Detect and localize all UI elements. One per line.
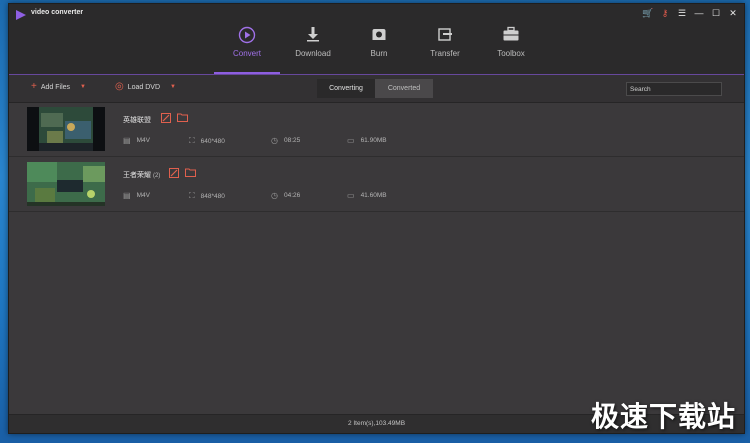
file-name-group: 王者荣耀 (2) <box>123 170 160 180</box>
download-icon <box>307 27 319 42</box>
convert-icon <box>238 26 256 44</box>
toolbar: + Add Files ▼ ◎ Load DVD ▼ Converting Co… <box>9 75 744 103</box>
edit-icon[interactable] <box>161 113 171 123</box>
clock-icon: ◷ <box>271 136 278 145</box>
folder-outline-icon: ▭ <box>347 136 355 145</box>
nav-transfer[interactable]: Transfer <box>412 4 478 74</box>
file-actions <box>169 168 196 178</box>
minimize-button[interactable]: — <box>694 8 704 18</box>
film-icon: ▤ <box>123 136 131 145</box>
duration-info: ◷ 04:26 <box>271 191 300 200</box>
duration-value: 04:26 <box>283 192 301 199</box>
format-info: ▤ M4V <box>123 136 150 145</box>
burn-icon <box>372 29 386 40</box>
video-thumbnail[interactable] <box>27 107 105 151</box>
close-button[interactable]: ✕ <box>728 8 738 18</box>
resolution-info: ⛶ 848*480 <box>189 191 225 201</box>
video-thumbnail[interactable] <box>27 162 105 206</box>
transfer-icon <box>438 28 452 41</box>
resize-icon: ⛶ <box>189 136 195 145</box>
nav-label: Burn <box>370 49 388 58</box>
folder-outline-icon: ▭ <box>347 191 355 200</box>
load-dvd-button[interactable]: ◎ Load DVD ▼ <box>115 82 176 92</box>
format-info: ▤ M4V <box>123 191 150 200</box>
file-name: 王者荣耀 <box>123 172 151 179</box>
app-title: video converter <box>31 9 84 16</box>
search-input[interactable]: Search <box>626 82 722 96</box>
folder-icon[interactable] <box>185 168 196 177</box>
load-dvd-label: Load DVD <box>127 83 161 91</box>
nav-download[interactable]: Download <box>280 4 346 74</box>
tab-converting[interactable]: Converting <box>317 79 375 98</box>
duration-value: 08:25 <box>283 137 301 144</box>
size-info: ▭ 41.60MB <box>347 191 387 200</box>
resolution-info: ⛶ 640*480 <box>189 136 225 146</box>
watermark: 极速下载站 <box>590 400 736 433</box>
resolution-value: 848*480 <box>200 192 225 200</box>
title-bar: video converter 🛒 ⚷ ☰ — ☐ ✕ Convert Down… <box>9 4 744 74</box>
film-icon: ▤ <box>123 191 131 200</box>
file-actions <box>161 113 188 123</box>
add-files-button[interactable]: + Add Files ▼ <box>31 82 86 92</box>
list-item[interactable]: 王者荣耀 (2) ▤ M4V ⛶ 848*480 ◷ 04:26 ▭ 41.60… <box>9 157 744 212</box>
main-nav: Convert Download Burn Transfer Toolbox <box>214 4 544 74</box>
nav-label: Download <box>295 49 331 58</box>
toolbox-icon <box>503 26 519 41</box>
plus-icon: + <box>31 81 37 92</box>
chevron-down-icon[interactable]: ▼ <box>170 84 176 90</box>
format-value: M4V <box>136 137 150 144</box>
dvd-icon: ◎ <box>115 81 124 92</box>
cart-icon[interactable]: 🛒 <box>642 8 653 18</box>
resize-icon: ⛶ <box>189 191 195 200</box>
size-value: 61.90MB <box>360 137 387 144</box>
menu-icon[interactable]: ☰ <box>677 8 687 18</box>
nav-convert[interactable]: Convert <box>214 4 280 74</box>
window-controls: 🛒 ⚷ ☰ — ☐ ✕ <box>642 8 738 18</box>
tab-converted[interactable]: Converted <box>375 79 433 98</box>
add-files-label: Add Files <box>40 83 71 91</box>
chevron-down-icon[interactable]: ▼ <box>80 84 86 90</box>
folder-icon[interactable] <box>177 113 188 122</box>
duration-info: ◷ 08:25 <box>271 136 300 145</box>
size-info: ▭ 61.90MB <box>347 136 387 145</box>
nav-label: Transfer <box>430 49 460 58</box>
resolution-value: 640*480 <box>200 137 225 145</box>
nav-label: Toolbox <box>497 49 525 58</box>
file-list: 英雄联盟 ▤ M4V ⛶ 640*480 ◷ 08:25 ▭ 61.90MB 王… <box>9 102 744 212</box>
maximize-button[interactable]: ☐ <box>711 8 721 18</box>
key-icon[interactable]: ⚷ <box>660 8 670 18</box>
edit-icon[interactable] <box>169 168 179 178</box>
app-logo-icon <box>16 10 26 20</box>
list-item[interactable]: 英雄联盟 ▤ M4V ⛶ 640*480 ◷ 08:25 ▭ 61.90MB <box>9 102 744 157</box>
format-value: M4V <box>136 192 150 199</box>
nav-label: Convert <box>232 49 261 58</box>
status-tabs: Converting Converted <box>317 79 433 98</box>
nav-toolbox[interactable]: Toolbox <box>478 4 544 74</box>
nav-burn[interactable]: Burn <box>346 4 412 74</box>
app-window: video converter 🛒 ⚷ ☰ — ☐ ✕ Convert Down… <box>8 3 745 434</box>
size-value: 41.60MB <box>360 192 387 199</box>
clock-icon: ◷ <box>271 191 278 200</box>
file-suffix: (2) <box>152 173 161 179</box>
file-name: 英雄联盟 <box>123 117 151 124</box>
